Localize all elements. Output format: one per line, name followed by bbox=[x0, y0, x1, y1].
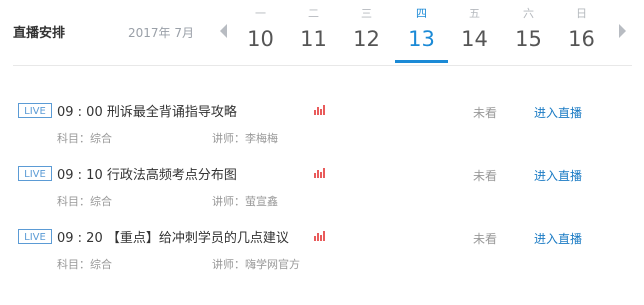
day-tab-13[interactable]: 四 13 bbox=[395, 0, 448, 66]
weekday-label: 日 bbox=[576, 7, 587, 20]
lesson-teacher: 讲师：李梅梅 bbox=[212, 132, 278, 145]
lesson-subject: 科目：综合 bbox=[57, 132, 112, 145]
schedule-header: 直播安排 2017年 7月 一 10 二 11 三 12 四 13 五 14 六… bbox=[0, 0, 644, 66]
live-signal-icon bbox=[314, 105, 326, 115]
day-underline bbox=[555, 60, 608, 63]
date-number: 16 bbox=[568, 27, 595, 51]
lesson-subject: 科目：综合 bbox=[57, 258, 112, 271]
lesson-subject: 科目：综合 bbox=[57, 195, 112, 208]
weekday-label: 一 bbox=[255, 7, 266, 20]
page-title: 直播安排 bbox=[13, 26, 66, 41]
lesson-title: 09 : 00 刑诉最全背诵指导攻略 bbox=[57, 105, 237, 120]
enter-live-button[interactable]: 进入直播 bbox=[534, 230, 582, 247]
lesson-teacher: 讲师：嗨学网官方 bbox=[212, 258, 300, 271]
lesson-item: LIVE 09 : 20 【重点】给冲刺学员的几点建议 未看 进入直播 科目：综… bbox=[0, 222, 644, 282]
weekday-label: 五 bbox=[469, 7, 480, 20]
enter-live-button[interactable]: 进入直播 bbox=[534, 104, 582, 121]
day-underline-active bbox=[395, 60, 448, 63]
date-number: 11 bbox=[300, 27, 327, 51]
live-signal-icon bbox=[314, 231, 326, 241]
live-badge: LIVE bbox=[18, 103, 52, 118]
prev-week-arrow-icon[interactable] bbox=[220, 24, 227, 38]
day-tab-12[interactable]: 三 12 bbox=[340, 0, 393, 66]
date-number: 15 bbox=[515, 27, 542, 51]
watch-status: 未看 bbox=[473, 232, 498, 246]
header-divider bbox=[13, 65, 632, 66]
lesson-teacher: 讲师：萤宣鑫 bbox=[212, 195, 278, 208]
watch-status: 未看 bbox=[473, 169, 498, 183]
day-underline bbox=[234, 60, 287, 63]
day-tab-16[interactable]: 日 16 bbox=[555, 0, 608, 66]
day-tab-10[interactable]: 一 10 bbox=[234, 0, 287, 66]
date-number: 10 bbox=[247, 27, 274, 51]
month-label: 2017年 7月 bbox=[128, 26, 194, 40]
weekday-label: 四 bbox=[416, 7, 427, 20]
live-signal-icon bbox=[314, 168, 326, 178]
date-number: 14 bbox=[461, 27, 488, 51]
lesson-title: 09 : 20 【重点】给冲刺学员的几点建议 bbox=[57, 231, 289, 246]
date-number: 12 bbox=[353, 27, 380, 51]
day-tab-11[interactable]: 二 11 bbox=[287, 0, 340, 66]
lesson-title: 09 : 10 行政法高频考点分布图 bbox=[57, 168, 237, 183]
live-badge: LIVE bbox=[18, 166, 52, 181]
lesson-item: LIVE 09 : 10 行政法高频考点分布图 未看 进入直播 科目：综合 讲师… bbox=[0, 159, 644, 219]
day-tab-15[interactable]: 六 15 bbox=[502, 0, 555, 66]
live-badge: LIVE bbox=[18, 229, 52, 244]
watch-status: 未看 bbox=[473, 106, 498, 120]
weekday-label: 二 bbox=[308, 7, 319, 20]
weekday-label: 三 bbox=[361, 7, 372, 20]
day-underline bbox=[287, 60, 340, 63]
weekday-label: 六 bbox=[523, 7, 534, 20]
lesson-item: LIVE 09 : 00 刑诉最全背诵指导攻略 未看 进入直播 科目：综合 讲师… bbox=[0, 96, 644, 156]
next-week-arrow-icon[interactable] bbox=[619, 24, 626, 38]
day-underline bbox=[448, 60, 501, 63]
day-underline bbox=[502, 60, 555, 63]
day-underline bbox=[340, 60, 393, 63]
enter-live-button[interactable]: 进入直播 bbox=[534, 167, 582, 184]
date-number: 13 bbox=[408, 27, 435, 51]
day-tab-14[interactable]: 五 14 bbox=[448, 0, 501, 66]
